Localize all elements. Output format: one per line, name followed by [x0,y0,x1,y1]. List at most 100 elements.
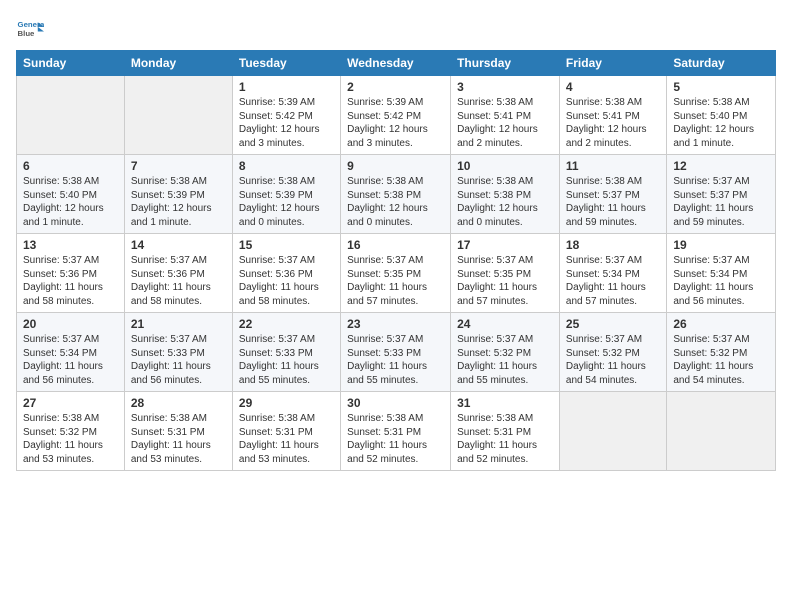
day-number: 13 [23,238,118,252]
calendar-cell: 10Sunrise: 5:38 AM Sunset: 5:38 PM Dayli… [451,155,560,234]
header-thursday: Thursday [451,51,560,76]
day-info: Sunrise: 5:37 AM Sunset: 5:34 PM Dayligh… [23,333,118,387]
header-tuesday: Tuesday [232,51,340,76]
calendar-cell: 26 Sunrise: 5:37 AM Sunset: 5:32 PM Dayli… [667,313,776,392]
header-wednesday: Wednesday [341,51,451,76]
calendar-header-row: SundayMondayTuesdayWednesdayThursdayFrid… [17,51,776,76]
day-info: Sunrise: 5:38 AM Sunset: 5:41 PM Dayligh… [457,96,553,150]
day-number: 20 [23,317,118,331]
calendar-cell: 9Sunrise: 5:38 AM Sunset: 5:38 PM Daylig… [341,155,451,234]
day-info: Sunrise: 5:37 AM Sunset: 5:34 PM Dayligh… [566,254,660,308]
day-number: 1 [239,80,334,94]
calendar-cell: 28 Sunrise: 5:38 AM Sunset: 5:31 PM Dayli… [124,392,232,471]
calendar-table: SundayMondayTuesdayWednesdayThursdayFrid… [16,50,776,471]
day-info: Sunrise: 5:38 AM Sunset: 5:41 PM Dayligh… [566,96,660,150]
calendar-cell: 3Sunrise: 5:38 AM Sunset: 5:41 PM Daylig… [451,76,560,155]
day-info: Sunrise: 5:39 AM Sunset: 5:42 PM Dayligh… [347,96,444,150]
day-number: 4 [566,80,660,94]
calendar-cell: 18 Sunrise: 5:37 AM Sunset: 5:34 PM Dayli… [559,234,666,313]
day-number: 10 [457,159,553,173]
svg-text:Blue: Blue [18,29,36,38]
day-number: 29 [239,396,334,410]
day-number: 5 [673,80,769,94]
day-info: Sunrise: 5:38 AM Sunset: 5:31 PM Dayligh… [239,412,334,466]
calendar-cell: 19 Sunrise: 5:37 AM Sunset: 5:34 PM Dayli… [667,234,776,313]
day-number: 21 [131,317,226,331]
day-number: 25 [566,317,660,331]
calendar-cell: 1 Sunrise: 5:39 AM Sunset: 5:42 PM Daylig… [232,76,340,155]
calendar-cell: 25 Sunrise: 5:37 AM Sunset: 5:32 PM Dayli… [559,313,666,392]
calendar-cell: 21 Sunrise: 5:37 AM Sunset: 5:33 PM Dayli… [124,313,232,392]
day-number: 15 [239,238,334,252]
day-number: 8 [239,159,334,173]
day-info: Sunrise: 5:37 AM Sunset: 5:36 PM Dayligh… [23,254,118,308]
day-info: Sunrise: 5:38 AM Sunset: 5:40 PM Dayligh… [23,175,118,229]
day-number: 7 [131,159,226,173]
calendar-cell [124,76,232,155]
day-number: 27 [23,396,118,410]
calendar-week-3: 13 Sunrise: 5:37 AM Sunset: 5:36 PM Dayli… [17,234,776,313]
day-info: Sunrise: 5:37 AM Sunset: 5:33 PM Dayligh… [131,333,226,387]
day-number: 18 [566,238,660,252]
day-number: 31 [457,396,553,410]
calendar-cell: 15 Sunrise: 5:37 AM Sunset: 5:36 PM Dayli… [232,234,340,313]
day-info: Sunrise: 5:37 AM Sunset: 5:32 PM Dayligh… [457,333,553,387]
day-info: Sunrise: 5:37 AM Sunset: 5:32 PM Dayligh… [673,333,769,387]
header-friday: Friday [559,51,666,76]
day-info: Sunrise: 5:37 AM Sunset: 5:36 PM Dayligh… [239,254,334,308]
logo-icon: General Blue [16,16,44,44]
day-info: Sunrise: 5:38 AM Sunset: 5:31 PM Dayligh… [347,412,444,466]
header-monday: Monday [124,51,232,76]
day-info: Sunrise: 5:38 AM Sunset: 5:39 PM Dayligh… [131,175,226,229]
day-info: Sunrise: 5:38 AM Sunset: 5:39 PM Dayligh… [239,175,334,229]
calendar-cell: 7 Sunrise: 5:38 AM Sunset: 5:39 PM Daylig… [124,155,232,234]
day-number: 19 [673,238,769,252]
day-number: 24 [457,317,553,331]
day-number: 16 [347,238,444,252]
calendar-cell: 11 Sunrise: 5:38 AM Sunset: 5:37 PM Dayli… [559,155,666,234]
day-number: 11 [566,159,660,173]
calendar-cell: 22Sunrise: 5:37 AM Sunset: 5:33 PM Dayli… [232,313,340,392]
day-info: Sunrise: 5:37 AM Sunset: 5:33 PM Dayligh… [239,333,334,387]
calendar-cell [559,392,666,471]
calendar-cell: 29 Sunrise: 5:38 AM Sunset: 5:31 PM Dayli… [232,392,340,471]
day-info: Sunrise: 5:37 AM Sunset: 5:35 PM Dayligh… [457,254,553,308]
day-number: 23 [347,317,444,331]
day-number: 2 [347,80,444,94]
day-number: 28 [131,396,226,410]
calendar-cell: 14 Sunrise: 5:37 AM Sunset: 5:36 PM Dayli… [124,234,232,313]
day-info: Sunrise: 5:38 AM Sunset: 5:31 PM Dayligh… [131,412,226,466]
day-number: 12 [673,159,769,173]
calendar-cell: 2 Sunrise: 5:39 AM Sunset: 5:42 PM Daylig… [341,76,451,155]
logo: General Blue [16,16,48,44]
day-info: Sunrise: 5:37 AM Sunset: 5:34 PM Dayligh… [673,254,769,308]
day-number: 14 [131,238,226,252]
calendar-cell: 27Sunrise: 5:38 AM Sunset: 5:32 PM Dayli… [17,392,125,471]
calendar-cell: 12 Sunrise: 5:37 AM Sunset: 5:37 PM Dayli… [667,155,776,234]
header-sunday: Sunday [17,51,125,76]
day-number: 30 [347,396,444,410]
day-info: Sunrise: 5:37 AM Sunset: 5:37 PM Dayligh… [673,175,769,229]
calendar-week-1: 1 Sunrise: 5:39 AM Sunset: 5:42 PM Daylig… [17,76,776,155]
calendar-week-4: 20 Sunrise: 5:37 AM Sunset: 5:34 PM Dayli… [17,313,776,392]
calendar-cell: 31 Sunrise: 5:38 AM Sunset: 5:31 PM Dayli… [451,392,560,471]
day-info: Sunrise: 5:38 AM Sunset: 5:37 PM Dayligh… [566,175,660,229]
calendar-cell [667,392,776,471]
calendar-cell [17,76,125,155]
day-number: 26 [673,317,769,331]
day-info: Sunrise: 5:39 AM Sunset: 5:42 PM Dayligh… [239,96,334,150]
day-info: Sunrise: 5:38 AM Sunset: 5:31 PM Dayligh… [457,412,553,466]
calendar-cell: 8 Sunrise: 5:38 AM Sunset: 5:39 PM Daylig… [232,155,340,234]
calendar-cell: 16Sunrise: 5:37 AM Sunset: 5:35 PM Dayli… [341,234,451,313]
day-info: Sunrise: 5:38 AM Sunset: 5:40 PM Dayligh… [673,96,769,150]
day-number: 17 [457,238,553,252]
calendar-week-2: 6 Sunrise: 5:38 AM Sunset: 5:40 PM Daylig… [17,155,776,234]
day-info: Sunrise: 5:37 AM Sunset: 5:32 PM Dayligh… [566,333,660,387]
day-info: Sunrise: 5:38 AM Sunset: 5:38 PM Dayligh… [347,175,444,229]
day-number: 6 [23,159,118,173]
calendar-cell: 20 Sunrise: 5:37 AM Sunset: 5:34 PM Dayli… [17,313,125,392]
day-info: Sunrise: 5:37 AM Sunset: 5:33 PM Dayligh… [347,333,444,387]
calendar-cell: 5 Sunrise: 5:38 AM Sunset: 5:40 PM Daylig… [667,76,776,155]
day-info: Sunrise: 5:37 AM Sunset: 5:36 PM Dayligh… [131,254,226,308]
calendar-week-5: 27Sunrise: 5:38 AM Sunset: 5:32 PM Dayli… [17,392,776,471]
